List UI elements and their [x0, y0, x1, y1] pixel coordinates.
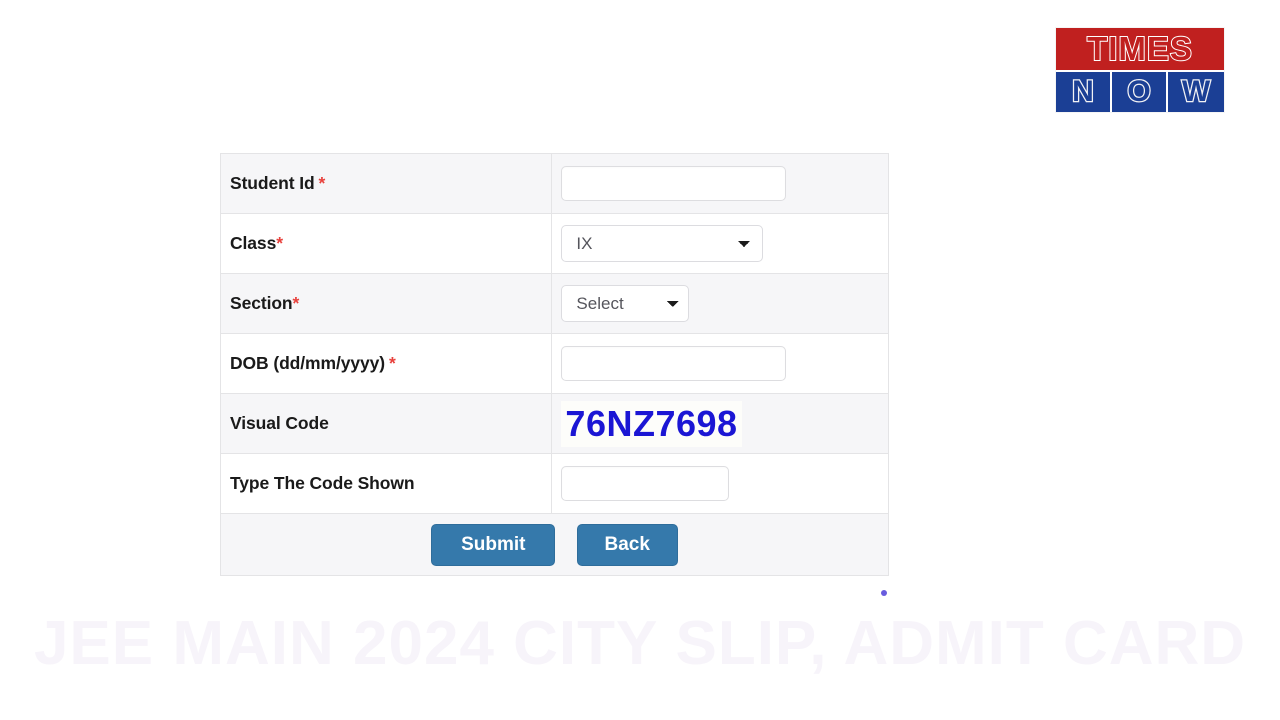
label-student-id: Student Id *: [230, 173, 326, 193]
actions-cell: Submit Back: [220, 513, 889, 576]
label-cell-section: Section*: [219, 273, 553, 334]
field-cell-visual-code: 76NZ7698: [551, 393, 889, 454]
label-cell-dob: DOB (dd/mm/yyyy) *: [219, 333, 553, 394]
logo-letter-n: N: [1071, 75, 1095, 108]
label-class: Class*: [230, 233, 283, 253]
logo-letter-o-cell: O: [1112, 72, 1168, 112]
logo-now-block: N O W: [1056, 70, 1224, 112]
dob-input[interactable]: [561, 346, 787, 381]
logo-letter-n-cell: N: [1056, 72, 1112, 112]
table-row-actions: Submit Back: [220, 513, 889, 576]
label-visual-code: Visual Code: [230, 413, 329, 433]
student-login-form-table: Student Id * Class* IX Section* Select D…: [219, 153, 889, 576]
times-now-logo: TIMES N O W: [1056, 28, 1224, 112]
table-row-student-id: Student Id *: [219, 153, 889, 214]
captcha-input[interactable]: [561, 466, 730, 501]
logo-letter-o: O: [1126, 75, 1152, 108]
label-dob: DOB (dd/mm/yyyy) *: [230, 353, 396, 373]
cursor-dot-artifact: [881, 590, 887, 596]
submit-button[interactable]: Submit: [431, 523, 556, 566]
watermark-headline: JEE MAIN 2024 CITY SLIP, ADMIT CARD: [33, 609, 1247, 678]
table-row-class: Class* IX: [219, 213, 889, 274]
page-root: TIMES N O W Student Id * Class* IX Secti…: [0, 0, 1280, 720]
student-id-input[interactable]: [561, 166, 787, 201]
table-row-dob: DOB (dd/mm/yyyy) *: [219, 333, 889, 394]
label-cell-student-id: Student Id *: [219, 153, 553, 214]
logo-times-text: TIMES: [1086, 30, 1193, 67]
field-cell-type-code: [551, 453, 889, 514]
field-cell-section: Select: [551, 273, 889, 334]
label-section: Section*: [230, 293, 300, 313]
field-cell-class: IX: [551, 213, 889, 274]
label-cell-visual-code: Visual Code: [219, 393, 553, 454]
label-cell-type-code: Type The Code Shown: [219, 453, 553, 514]
logo-letter-w-cell: W: [1168, 72, 1224, 112]
class-select[interactable]: IX: [561, 225, 764, 262]
back-button[interactable]: Back: [576, 523, 678, 566]
required-asterisk-dob: *: [388, 353, 396, 373]
logo-letter-w: W: [1181, 75, 1212, 108]
field-cell-student-id: [551, 153, 889, 214]
captcha-code-image: 76NZ7698: [561, 400, 742, 447]
required-asterisk-section: *: [292, 293, 300, 313]
table-row-visual-code: Visual Code 76NZ7698: [219, 393, 889, 454]
label-type-code: Type The Code Shown: [230, 473, 415, 493]
logo-times-block: TIMES: [1056, 28, 1224, 70]
table-row-section: Section* Select: [219, 273, 889, 334]
field-cell-dob: [551, 333, 889, 394]
table-row-type-code: Type The Code Shown: [219, 453, 889, 514]
required-asterisk-class: *: [276, 233, 283, 253]
section-select[interactable]: Select: [561, 285, 690, 322]
label-cell-class: Class*: [219, 213, 553, 274]
required-asterisk-student-id: *: [318, 173, 326, 193]
